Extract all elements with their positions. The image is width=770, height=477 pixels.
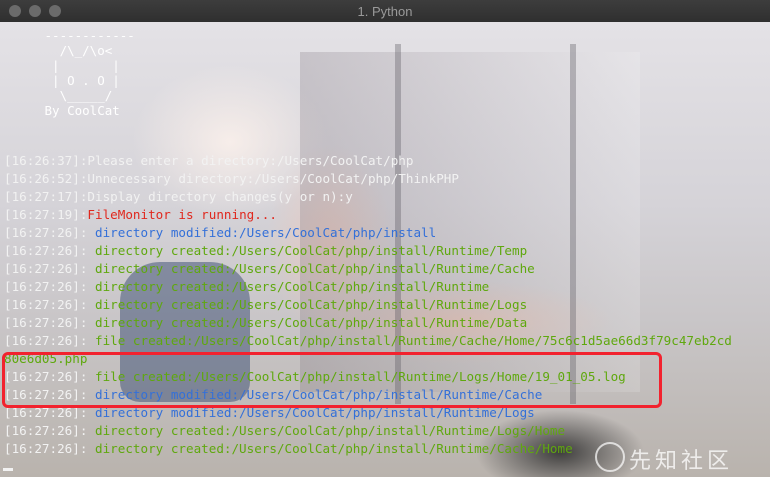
highlight-box <box>2 352 662 408</box>
log-message: file created:/Users/CoolCat/php/install/… <box>95 333 732 348</box>
log-message: Unnecessary directory:/Users/CoolCat/php… <box>87 171 459 186</box>
log-line: [16:27:26]: directory created:/Users/Coo… <box>4 296 770 314</box>
log-timestamp: [16:27:26] <box>4 225 80 240</box>
log-message: directory modified:/Users/CoolCat/php/in… <box>95 225 437 240</box>
log-line: [16:27:26]: directory created:/Users/Coo… <box>4 314 770 332</box>
log-separator: : <box>79 333 95 348</box>
log-message: directory created:/Users/CoolCat/php/ins… <box>95 243 528 258</box>
log-message: directory created:/Users/CoolCat/php/ins… <box>95 279 490 294</box>
log-timestamp: [16:26:37] <box>4 153 80 168</box>
log-line: [16:27:26]: directory modified:/Users/Co… <box>4 224 770 242</box>
log-timestamp: [16:27:19] <box>4 207 80 222</box>
log-separator: : <box>79 441 95 456</box>
log-timestamp: [16:27:26] <box>4 243 80 258</box>
log-message: directory created:/Users/CoolCat/php/ins… <box>95 441 573 456</box>
log-line: [16:26:37]:Please enter a directory:/Use… <box>4 152 770 170</box>
log-message: Display directory changes(y or n):y <box>87 189 353 204</box>
log-line: [16:26:52]:Unnecessary directory:/Users/… <box>4 170 770 188</box>
log-separator: : <box>79 315 95 330</box>
log-line: [16:27:26]: directory created:/Users/Coo… <box>4 422 770 440</box>
log-timestamp: [16:27:17] <box>4 189 80 204</box>
log-message: directory created:/Users/CoolCat/php/ins… <box>95 315 528 330</box>
log-timestamp: [16:27:26] <box>4 279 80 294</box>
terminal-content[interactable]: ------------ /\_/\o< | | | O . O | \____… <box>0 22 770 477</box>
log-output: [16:26:37]: Please enter a directory:/Use… <box>4 152 770 458</box>
window-title: 1. Python <box>357 4 413 19</box>
log-timestamp: [16:27:26] <box>4 333 80 348</box>
log-separator: : <box>79 279 95 294</box>
log-separator: : <box>79 423 95 438</box>
log-line: [16:27:26]: directory created:/Users/Coo… <box>4 242 770 260</box>
log-line: [16:27:19]:FileMonitor is running... <box>4 206 770 224</box>
log-message: directory created:/Users/CoolCat/php/ins… <box>95 261 535 276</box>
watermark: 先知社区 <box>595 440 765 474</box>
log-message: Please enter a directory:/Users/CoolCat/… <box>87 153 414 168</box>
log-timestamp: [16:27:26] <box>4 315 80 330</box>
log-timestamp: [16:26:52] <box>4 171 80 186</box>
log-separator: : <box>79 243 95 258</box>
log-line: [16:27:17]:Display directory changes(y o… <box>4 188 770 206</box>
terminal-cursor <box>3 468 13 471</box>
log-timestamp: [16:27:26] <box>4 261 80 276</box>
log-message: FileMonitor is running... <box>87 207 277 222</box>
title-bar: 1. Python <box>0 0 770 23</box>
terminal-window: 1. Python ------------ /\_/\o< | | | O .… <box>0 0 770 477</box>
log-message: directory created:/Users/CoolCat/php/ins… <box>95 423 566 438</box>
log-separator: : <box>79 297 95 312</box>
log-line: [16:27:26]: directory created:/Users/Coo… <box>4 278 770 296</box>
log-line: [16:27:26]: file created:/Users/CoolCat/… <box>4 332 770 350</box>
log-message: directory created:/Users/CoolCat/php/ins… <box>95 297 528 312</box>
ascii-art-banner: ------------ /\_/\o< | | | O . O | \____… <box>44 28 135 118</box>
watermark-logo-icon <box>595 442 625 472</box>
log-timestamp: [16:27:26] <box>4 297 80 312</box>
watermark-text: 先知社区 <box>629 449 734 474</box>
log-separator: : <box>79 261 95 276</box>
log-timestamp: [16:27:26] <box>4 423 80 438</box>
log-separator: : <box>79 225 95 240</box>
log-line: [16:27:26]: directory created:/Users/Coo… <box>4 260 770 278</box>
log-timestamp: [16:27:26] <box>4 441 80 456</box>
